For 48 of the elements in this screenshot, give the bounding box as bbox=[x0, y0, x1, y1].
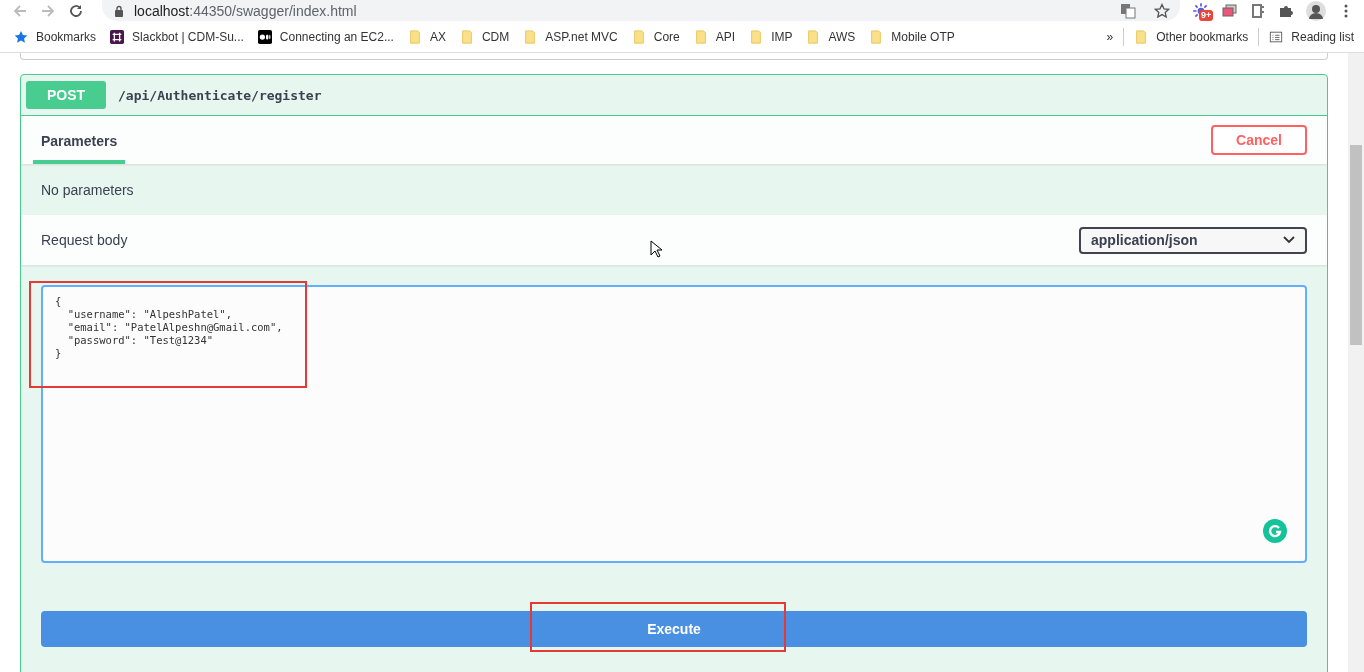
bookmark[interactable]: Mobile OTP bbox=[869, 30, 955, 44]
hash-logo-icon bbox=[110, 30, 125, 44]
no-parameters-text: No parameters bbox=[41, 181, 134, 198]
folder-icon bbox=[749, 30, 764, 44]
bookmark[interactable]: IMP bbox=[749, 30, 793, 44]
content-type-select[interactable]: application/json bbox=[1079, 226, 1307, 254]
list-icon bbox=[1269, 30, 1284, 44]
code-line: "email": "PatelAlpeshn@Gmail.com", bbox=[66, 321, 284, 334]
bookmark[interactable]: API bbox=[693, 30, 736, 44]
bookmark[interactable]: Other bookmarks bbox=[1134, 30, 1249, 44]
bookmark[interactable]: Bookmarks bbox=[14, 30, 97, 44]
code-line: { bbox=[55, 295, 63, 308]
folder-icon bbox=[459, 30, 474, 44]
more-bookmarks-button[interactable]: » bbox=[1106, 30, 1114, 44]
bookmark[interactable]: Slackbot | CDM-Su... bbox=[110, 30, 244, 44]
parameters-tab[interactable]: Parameters bbox=[33, 116, 126, 164]
folder-icon bbox=[407, 30, 422, 44]
reload-icon[interactable] bbox=[68, 3, 84, 19]
bookmark[interactable]: Core bbox=[631, 30, 680, 44]
endpoint-path: /api/Authenticate/register bbox=[118, 87, 322, 103]
lock-icon bbox=[114, 5, 124, 17]
circles-logo-icon bbox=[257, 30, 272, 44]
folder-icon bbox=[869, 30, 884, 44]
code-line: } bbox=[55, 347, 63, 360]
bookmark[interactable]: CDM bbox=[459, 30, 510, 44]
bookmark[interactable]: Connecting an EC2... bbox=[257, 30, 394, 44]
bookmark[interactable]: AWS bbox=[806, 30, 856, 44]
notification-badge: 9+ bbox=[1199, 10, 1214, 21]
address-bar[interactable]: localhost:44350/swagger/index.html bbox=[102, 0, 1180, 21]
folder-icon bbox=[1134, 30, 1149, 44]
code-line: "password": "Test@1234" bbox=[66, 334, 215, 347]
folder-icon bbox=[631, 30, 646, 44]
caret-icon bbox=[1283, 236, 1295, 244]
folder-icon bbox=[523, 30, 538, 44]
bookmark[interactable]: AX bbox=[407, 30, 446, 44]
folder-icon bbox=[806, 30, 821, 44]
request-body-label: Request body bbox=[41, 232, 128, 248]
code-line: "username": "AlpeshPatel", bbox=[66, 308, 233, 321]
method-badge: POST bbox=[26, 81, 106, 109]
star-icon bbox=[14, 30, 28, 44]
folder-icon bbox=[693, 30, 708, 44]
bookmark[interactable]: ASP.net MVC bbox=[523, 30, 618, 44]
reading-list-button[interactable]: Reading list bbox=[1269, 30, 1354, 44]
puzzle-icon[interactable] bbox=[1278, 3, 1294, 19]
avatar-icon[interactable] bbox=[1306, 1, 1326, 21]
cursor-icon bbox=[650, 240, 662, 258]
scrollbar-thumb[interactable] bbox=[1350, 145, 1362, 345]
star-icon[interactable] bbox=[1154, 3, 1170, 19]
